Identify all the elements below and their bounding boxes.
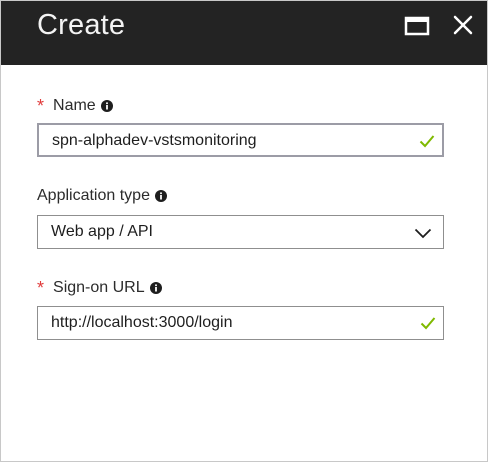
info-icon[interactable]	[100, 99, 113, 112]
check-icon	[419, 135, 435, 148]
sign-on-url-input-value: http://localhost:3000/login	[51, 314, 233, 331]
sign-on-url-input[interactable]: http://localhost:3000/login	[37, 306, 444, 340]
sign-on-url-label: Sign-on URL	[53, 278, 145, 296]
blade-header: Create	[1, 1, 487, 65]
maximize-button[interactable]	[404, 14, 430, 38]
application-type-select[interactable]: Web app / API	[37, 215, 444, 249]
info-icon[interactable]	[154, 190, 167, 202]
info-icon[interactable]	[149, 281, 162, 294]
close-button[interactable]	[450, 12, 476, 38]
required-marker: *	[37, 96, 45, 116]
name-label: Name	[53, 96, 96, 114]
name-input[interactable]: spn-alphadev-vstsmonitoring	[37, 123, 444, 157]
required-marker: *	[37, 278, 45, 298]
close-icon	[453, 15, 473, 35]
name-label-row: * Name	[37, 95, 113, 116]
check-icon	[420, 317, 436, 330]
chevron-down-icon	[414, 228, 432, 239]
create-blade: Create * Name spn-alphadev-vstsmonitorin…	[0, 0, 488, 462]
sign-on-url-label-row: * Sign-on URL	[37, 277, 162, 298]
application-type-selected: Web app / API	[51, 223, 153, 240]
application-type-label: Application type	[37, 187, 150, 204]
maximize-icon	[404, 16, 430, 36]
application-type-label-row: Application type	[37, 187, 167, 205]
name-input-value: spn-alphadev-vstsmonitoring	[52, 132, 257, 149]
blade-title: Create	[37, 9, 126, 41]
